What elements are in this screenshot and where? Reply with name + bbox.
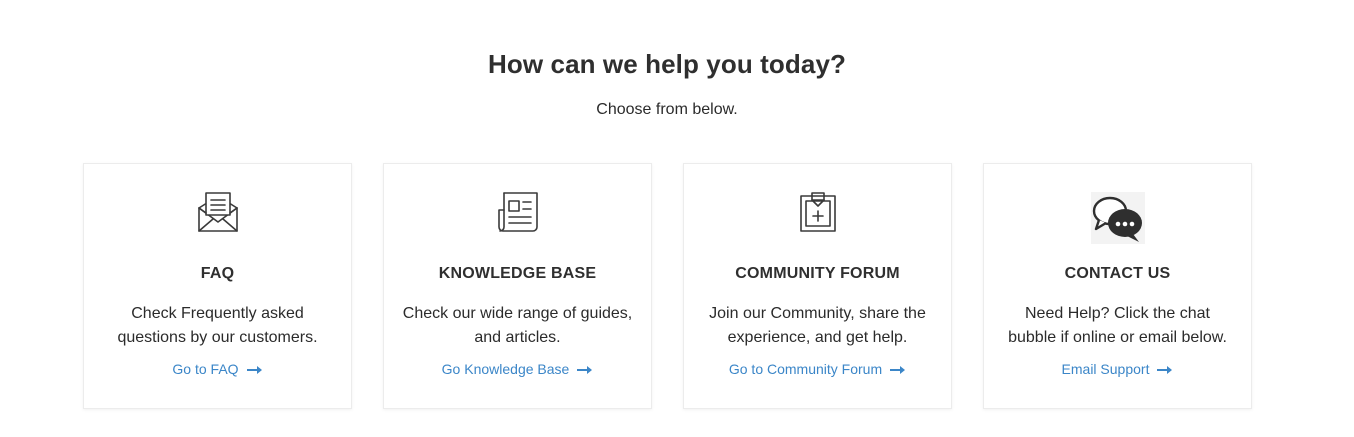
card-description: Check Frequently asked questions by our …	[117, 305, 318, 346]
link-label: Go Knowledge Base	[441, 361, 570, 377]
arrow-right-icon	[890, 362, 906, 378]
link-label: Email Support	[1061, 361, 1150, 377]
email-support-link[interactable]: Email Support	[984, 361, 1251, 378]
card-faq: FAQ Check Frequently asked questions by …	[83, 163, 352, 409]
link-label: Go to Community Forum	[728, 361, 883, 377]
card-community-forum: COMMUNITY FORUM Join our Community, shar…	[683, 163, 952, 409]
clipboard-plus-icon	[684, 192, 951, 244]
card-description: Join our Community, share the experience…	[709, 305, 926, 346]
card-knowledge-base: KNOWLEDGE BASE Check our wide range of g…	[383, 163, 652, 409]
card-title: COMMUNITY FORUM	[735, 265, 900, 282]
chat-bubbles-icon	[984, 192, 1251, 244]
page-subtitle: Choose from below.	[596, 101, 738, 118]
card-title: KNOWLEDGE BASE	[438, 265, 597, 282]
card-description: Need Help? Click the chat bubble if onli…	[1008, 305, 1227, 346]
card-title: FAQ	[200, 265, 235, 282]
go-to-community-forum-link[interactable]: Go to Community Forum	[684, 361, 951, 378]
card-contact-us: CONTACT US Need Help? Click the chat bub…	[983, 163, 1252, 409]
arrow-right-icon	[577, 362, 593, 378]
go-to-faq-link[interactable]: Go to FAQ	[84, 361, 351, 378]
card-title: CONTACT US	[1064, 265, 1171, 282]
envelope-letter-icon	[84, 192, 351, 244]
newspaper-icon	[384, 192, 651, 244]
link-label: Go to FAQ	[172, 361, 239, 377]
arrow-right-icon	[246, 362, 263, 378]
go-knowledge-base-link[interactable]: Go Knowledge Base	[384, 361, 651, 378]
card-description: Check our wide range of guides, and arti…	[402, 305, 633, 346]
page-title: How can we help you today?	[488, 49, 846, 79]
arrow-right-icon	[1157, 362, 1173, 378]
